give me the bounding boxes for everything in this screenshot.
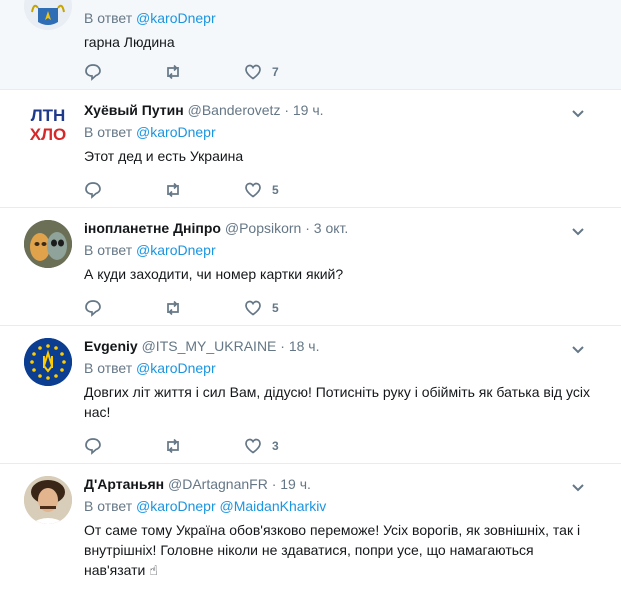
chevron-down-icon: [572, 484, 584, 492]
mention-link[interactable]: @karoDnepr: [136, 498, 216, 514]
tweet-actions: 3: [84, 437, 324, 455]
retweet-icon: [167, 64, 179, 80]
reply-to: В ответ @karoDnepr: [84, 360, 216, 376]
username[interactable]: @DArtagnanFR: [168, 476, 268, 492]
like-count: 7: [272, 65, 279, 79]
more-options-caret[interactable]: [571, 224, 585, 236]
chevron-down-icon: [572, 228, 584, 236]
mention-link[interactable]: @karoDnepr: [136, 242, 216, 258]
svg-text:ХЛО: ХЛО: [30, 125, 67, 144]
tweet[interactable]: ЛТН ХЛО Хуёвый Путин @Banderovetz · 19 ч…: [0, 90, 621, 208]
tweet-header: Evgeniy @ITS_MY_UKRAINE · 18 ч.: [84, 336, 597, 356]
like-count: 5: [272, 301, 279, 315]
tweet[interactable]: Evgeniy @ITS_MY_UKRAINE · 18 ч. В ответ …: [0, 326, 621, 464]
like-button[interactable]: 3: [244, 437, 324, 455]
alien-avatar-image: [24, 220, 72, 268]
avatar[interactable]: ЛТН ХЛО: [24, 100, 72, 148]
mention-link[interactable]: @karoDnepr: [136, 360, 216, 376]
avatar[interactable]: [24, 0, 72, 30]
mention-link[interactable]: @karoDnepr: [136, 10, 216, 26]
reply-button[interactable]: [84, 299, 164, 317]
more-options-caret[interactable]: [571, 480, 585, 492]
reply-button[interactable]: [84, 181, 164, 199]
timestamp[interactable]: · 19 ч.: [272, 476, 311, 492]
tweet-text: Этот дед и есть Украина: [84, 148, 244, 164]
coat-of-arms-icon: [24, 0, 72, 30]
tweet-header: Д'Артаньян @DArtagnanFR · 19 ч.: [84, 474, 597, 494]
svg-text:ЛТН: ЛТН: [31, 106, 66, 125]
like-button[interactable]: 5: [244, 181, 324, 199]
avatar[interactable]: [24, 476, 72, 524]
reply-to: В ответ @karoDnepr @MaidanKharkiv: [84, 498, 327, 514]
username[interactable]: @Banderovetz: [188, 102, 281, 118]
eu-ukraine-flag-icon: [24, 338, 72, 386]
dartagnan-avatar-image: [24, 476, 72, 524]
chevron-down-icon: [572, 110, 584, 118]
reply-icon: [85, 300, 101, 317]
username[interactable]: @ITS_MY_UKRAINE: [142, 338, 277, 354]
retweet-button[interactable]: [164, 299, 244, 317]
mention-link[interactable]: @karoDnepr: [136, 124, 216, 140]
tweet-text: А куди заходити, чи номер картки який?: [84, 266, 344, 282]
reply-icon: [85, 182, 101, 199]
tweet-text: От саме тому Україна обов'язково перемож…: [84, 522, 581, 578]
tweet-actions: 5: [84, 181, 324, 199]
timestamp[interactable]: · 19 ч.: [284, 102, 323, 118]
reply-to: В ответ @karoDnepr: [84, 124, 216, 140]
reply-to: В ответ @karoDnepr: [84, 242, 216, 258]
tweet-text: гарна Людина: [84, 34, 175, 50]
retweet-icon: [167, 438, 179, 454]
reply-to: В ответ @karoDnepr: [84, 10, 216, 26]
display-name[interactable]: інопланетне Дніпро: [84, 220, 221, 236]
more-options-caret[interactable]: [571, 106, 585, 118]
heart-icon: [245, 64, 261, 80]
avatar[interactable]: [24, 220, 72, 268]
retweet-button[interactable]: [164, 181, 244, 199]
heart-icon: [245, 182, 261, 198]
username[interactable]: @Popsikorn: [225, 220, 301, 236]
reply-button[interactable]: [84, 63, 164, 81]
reply-icon: [85, 438, 101, 455]
tweet[interactable]: Д'Артаньян @DArtagnanFR · 19 ч. В ответ …: [0, 464, 621, 596]
reply-icon: [85, 64, 101, 81]
display-name[interactable]: Хуёвый Путин: [84, 102, 184, 118]
retweet-icon: [167, 300, 179, 316]
avatar[interactable]: [24, 338, 72, 386]
tweet-header: інопланетне Дніпро @Popsikorn · 3 окт.: [84, 218, 597, 238]
like-count: 3: [272, 439, 279, 453]
mention-link[interactable]: @MaidanKharkiv: [220, 498, 327, 514]
reply-button[interactable]: [84, 437, 164, 455]
more-options-caret[interactable]: [571, 342, 585, 354]
like-button[interactable]: 7: [244, 63, 324, 81]
retweet-icon: [167, 182, 179, 198]
tweet-actions: 5: [84, 299, 324, 317]
display-name[interactable]: Д'Артаньян: [84, 476, 164, 492]
heart-icon: [245, 438, 261, 454]
tweet-actions: 7: [84, 63, 324, 81]
chevron-down-icon: [572, 346, 584, 354]
timestamp[interactable]: · 18 ч.: [280, 338, 319, 354]
like-count: 5: [272, 183, 279, 197]
tweet-header: Хуёвый Путин @Banderovetz · 19 ч.: [84, 100, 597, 120]
tweet[interactable]: інопланетне Дніпро @Popsikorn · 3 окт. В…: [0, 208, 621, 326]
tweet-text: Довгих літ життя і сил Вам, дідусю! Поти…: [84, 384, 590, 420]
like-button[interactable]: 5: [244, 299, 324, 317]
retweet-button[interactable]: [164, 437, 244, 455]
heart-icon: [245, 300, 261, 316]
display-name[interactable]: Evgeniy: [84, 338, 138, 354]
ltn-logo: ЛТН ХЛО: [24, 100, 72, 148]
retweet-button[interactable]: [164, 63, 244, 81]
timestamp[interactable]: · 3 окт.: [305, 220, 348, 236]
tweet[interactable]: В ответ @karoDnepr гарна Людина 7: [0, 0, 621, 90]
